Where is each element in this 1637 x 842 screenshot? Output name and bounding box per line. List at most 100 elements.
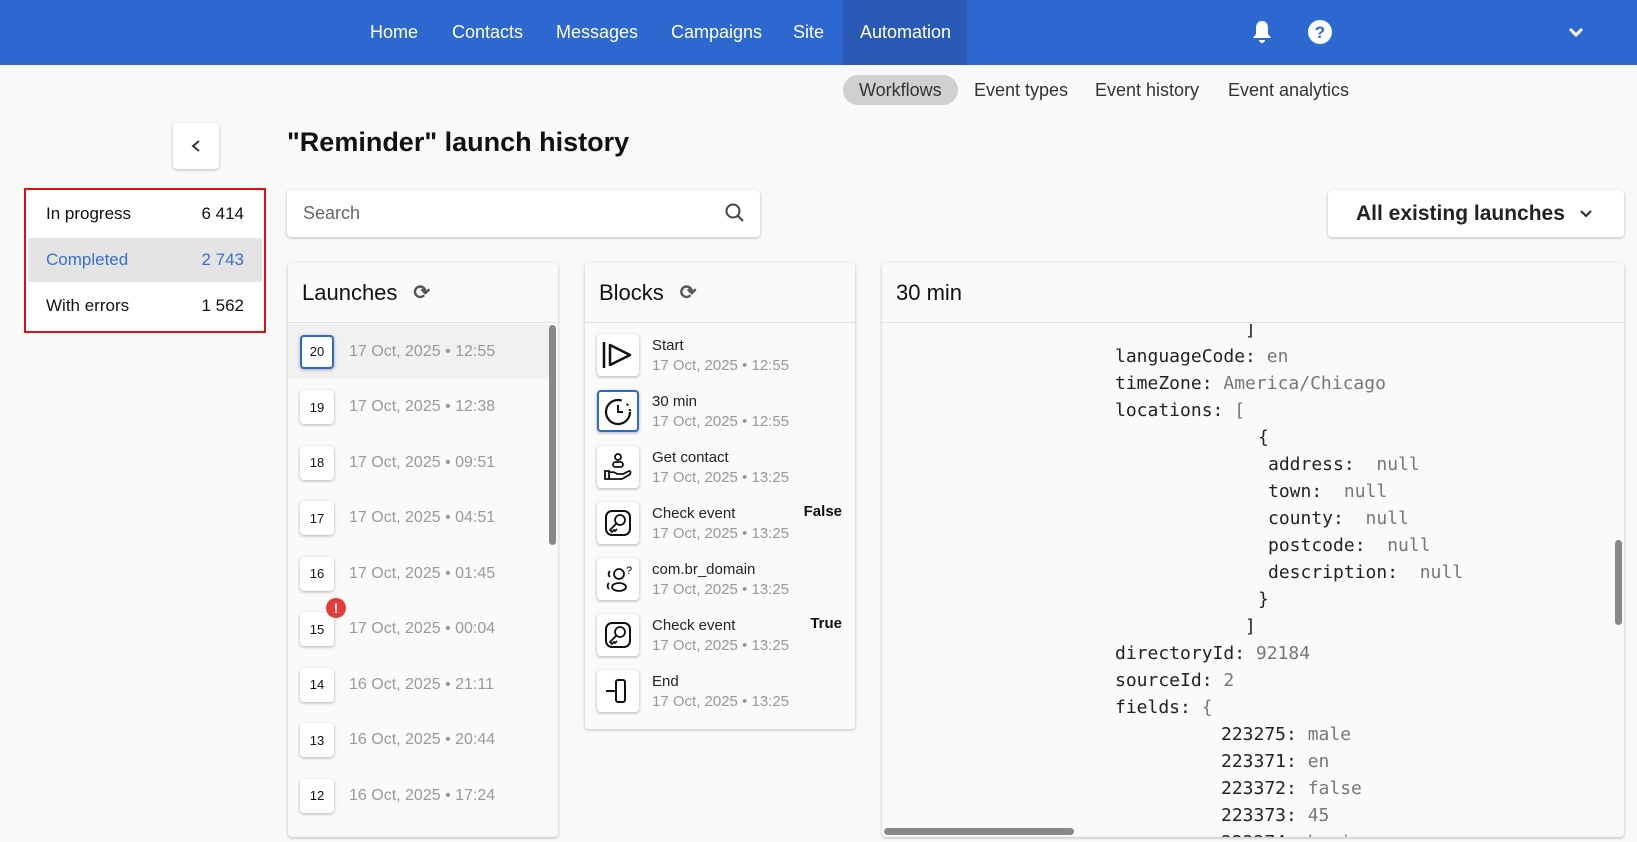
json-key: languageCode: (1115, 346, 1256, 367)
json-value: 2 (1212, 670, 1235, 691)
stat-in-progress[interactable]: In progress 6 414 (28, 192, 262, 236)
nav-contacts[interactable]: Contacts (435, 0, 540, 65)
json-key: town: (1268, 481, 1323, 502)
subtab-event-types[interactable]: Event types (958, 75, 1084, 105)
stat-completed[interactable]: Completed 2 743 (28, 238, 262, 282)
json-key: fields: (1115, 697, 1191, 718)
json-line: sourceId: 2 (1115, 667, 1234, 694)
block-date: 17 Oct, 2025 • 13:25 (652, 524, 790, 542)
block-item[interactable]: Check event 17 Oct, 2025 • 13:25 False (597, 495, 842, 551)
launch-number-badge: 14 (300, 667, 334, 702)
launch-item[interactable]: 20 17 Oct, 2025 • 12:55 (288, 324, 550, 379)
launches-panel: Launches ⟳ 20 17 Oct, 2025 • 12:55 19 17 Oct… (288, 263, 558, 837)
launch-date: 17 Oct, 2025 • 12:55 (349, 342, 496, 360)
launch-item[interactable]: 17 17 Oct, 2025 • 04:51 (288, 491, 550, 546)
json-key: description: (1268, 562, 1399, 583)
refresh-icon[interactable]: ⟳ (413, 280, 430, 305)
json-value: null (1322, 481, 1388, 502)
json-value: [ (1223, 400, 1246, 421)
launches-scrollbar[interactable] (549, 325, 556, 545)
block-date: 17 Oct, 2025 • 13:25 (652, 468, 790, 486)
launch-item[interactable]: 13 16 Oct, 2025 • 20:44 (288, 713, 550, 768)
launch-item[interactable]: 14 16 Oct, 2025 • 21:11 (288, 657, 550, 712)
launch-item[interactable]: 12 16 Oct, 2025 • 17:24 (288, 768, 550, 823)
subtab-event-history[interactable]: Event history (1079, 75, 1215, 105)
launch-number: 13 (309, 732, 325, 748)
detail-vertical-scrollbar[interactable] (1615, 540, 1622, 625)
users-question-icon: ? (597, 558, 639, 600)
stat-with-errors[interactable]: With errors 1 562 (28, 284, 262, 328)
json-line: 223371: en (1221, 748, 1329, 775)
launch-item[interactable]: 16 17 Oct, 2025 • 01:45 (288, 546, 550, 601)
block-name: 30 min (652, 392, 698, 410)
launch-item[interactable]: 18 17 Oct, 2025 • 09:51 (288, 435, 550, 490)
json-value: en (1296, 751, 1330, 772)
bell-icon[interactable] (1246, 16, 1278, 48)
block-item[interactable]: Start 17 Oct, 2025 • 12:55 (597, 327, 842, 383)
block-name: End (652, 672, 679, 690)
json-line: timeZone: America/Chicago (1115, 370, 1386, 397)
block-item[interactable]: Check event 17 Oct, 2025 • 13:25 True (597, 607, 842, 663)
search-input[interactable] (287, 190, 687, 237)
subtab-workflows[interactable]: Workflows (843, 75, 958, 105)
json-key: } (1258, 589, 1269, 610)
top-navigation-bar: Home Contacts Messages Campaigns Site Au… (0, 0, 1637, 65)
json-value: 45 (1296, 805, 1330, 826)
search-box (287, 190, 760, 237)
subtab-event-analytics[interactable]: Event analytics (1212, 75, 1365, 105)
json-value: null (1365, 535, 1431, 556)
stat-label: Completed (46, 250, 129, 269)
json-line: 223373: 45 (1221, 802, 1329, 829)
block-item[interactable]: Get contact 17 Oct, 2025 • 13:25 (597, 439, 842, 495)
launch-item[interactable]: 19 17 Oct, 2025 • 12:38 (288, 380, 550, 435)
error-icon: ! (326, 598, 346, 618)
help-icon[interactable]: ? (1304, 16, 1336, 48)
json-line: locations: [ (1115, 397, 1245, 424)
chevron-down-icon[interactable] (1560, 16, 1592, 48)
block-name: Get contact (652, 448, 729, 466)
back-button[interactable] (173, 123, 219, 169)
block-item[interactable]: End 17 Oct, 2025 • 13:25 (597, 663, 842, 719)
launch-number: 17 (309, 510, 325, 526)
nav-automation[interactable]: Automation (843, 0, 967, 65)
launch-number-badge: 19 (300, 390, 334, 424)
contact-hand-icon (597, 446, 639, 488)
key-icon (597, 614, 639, 656)
block-item[interactable]: 30 min 17 Oct, 2025 • 12:55 (597, 383, 842, 439)
json-key: county: (1268, 508, 1344, 529)
search-icon[interactable] (725, 203, 745, 223)
json-line: ] (1245, 324, 1256, 343)
launch-filter-dropdown[interactable]: All existing launches (1328, 190, 1624, 237)
launch-date: 17 Oct, 2025 • 04:51 (349, 509, 496, 526)
json-line: languageCode: en (1115, 343, 1288, 370)
nav-home[interactable]: Home (353, 0, 435, 65)
nav-site[interactable]: Site (776, 0, 841, 65)
json-line: 223275: male (1221, 721, 1351, 748)
block-item[interactable]: ? com.br_domain 17 Oct, 2025 • 13:25 (597, 551, 842, 607)
timer-icon (597, 390, 639, 432)
blocks-panel: Blocks ⟳ Start 17 Oct, 2025 • 12:55 30 min 1… (585, 263, 855, 729)
block-date: 17 Oct, 2025 • 13:25 (652, 636, 790, 654)
json-value: 92184 (1245, 643, 1311, 664)
json-key: 223373: (1221, 805, 1297, 826)
stat-label: In progress (46, 204, 132, 223)
detail-horizontal-scrollbar[interactable] (884, 828, 1074, 835)
launch-number: 19 (309, 399, 325, 415)
launch-number-badge: 17 (300, 501, 334, 535)
json-key: 223374: (1221, 832, 1297, 837)
json-line: address: null (1268, 451, 1420, 478)
nav-messages[interactable]: Messages (539, 0, 655, 65)
refresh-icon[interactable]: ⟳ (680, 280, 697, 305)
nav-campaigns[interactable]: Campaigns (654, 0, 779, 65)
json-line: county: null (1268, 505, 1409, 532)
json-key: timeZone: (1115, 373, 1213, 394)
json-key: postcode: (1268, 535, 1366, 556)
json-line: } (1258, 586, 1269, 613)
launch-date: 16 Oct, 2025 • 20:44 (349, 731, 496, 748)
launch-number: 15 (309, 621, 325, 637)
launch-number-badge: 15! (300, 598, 346, 646)
blocks-title: Blocks (599, 279, 664, 305)
block-result: False (803, 503, 842, 520)
detail-title: 30 min (896, 279, 963, 305)
launch-item[interactable]: 15! 17 Oct, 2025 • 00:04 (288, 598, 550, 657)
